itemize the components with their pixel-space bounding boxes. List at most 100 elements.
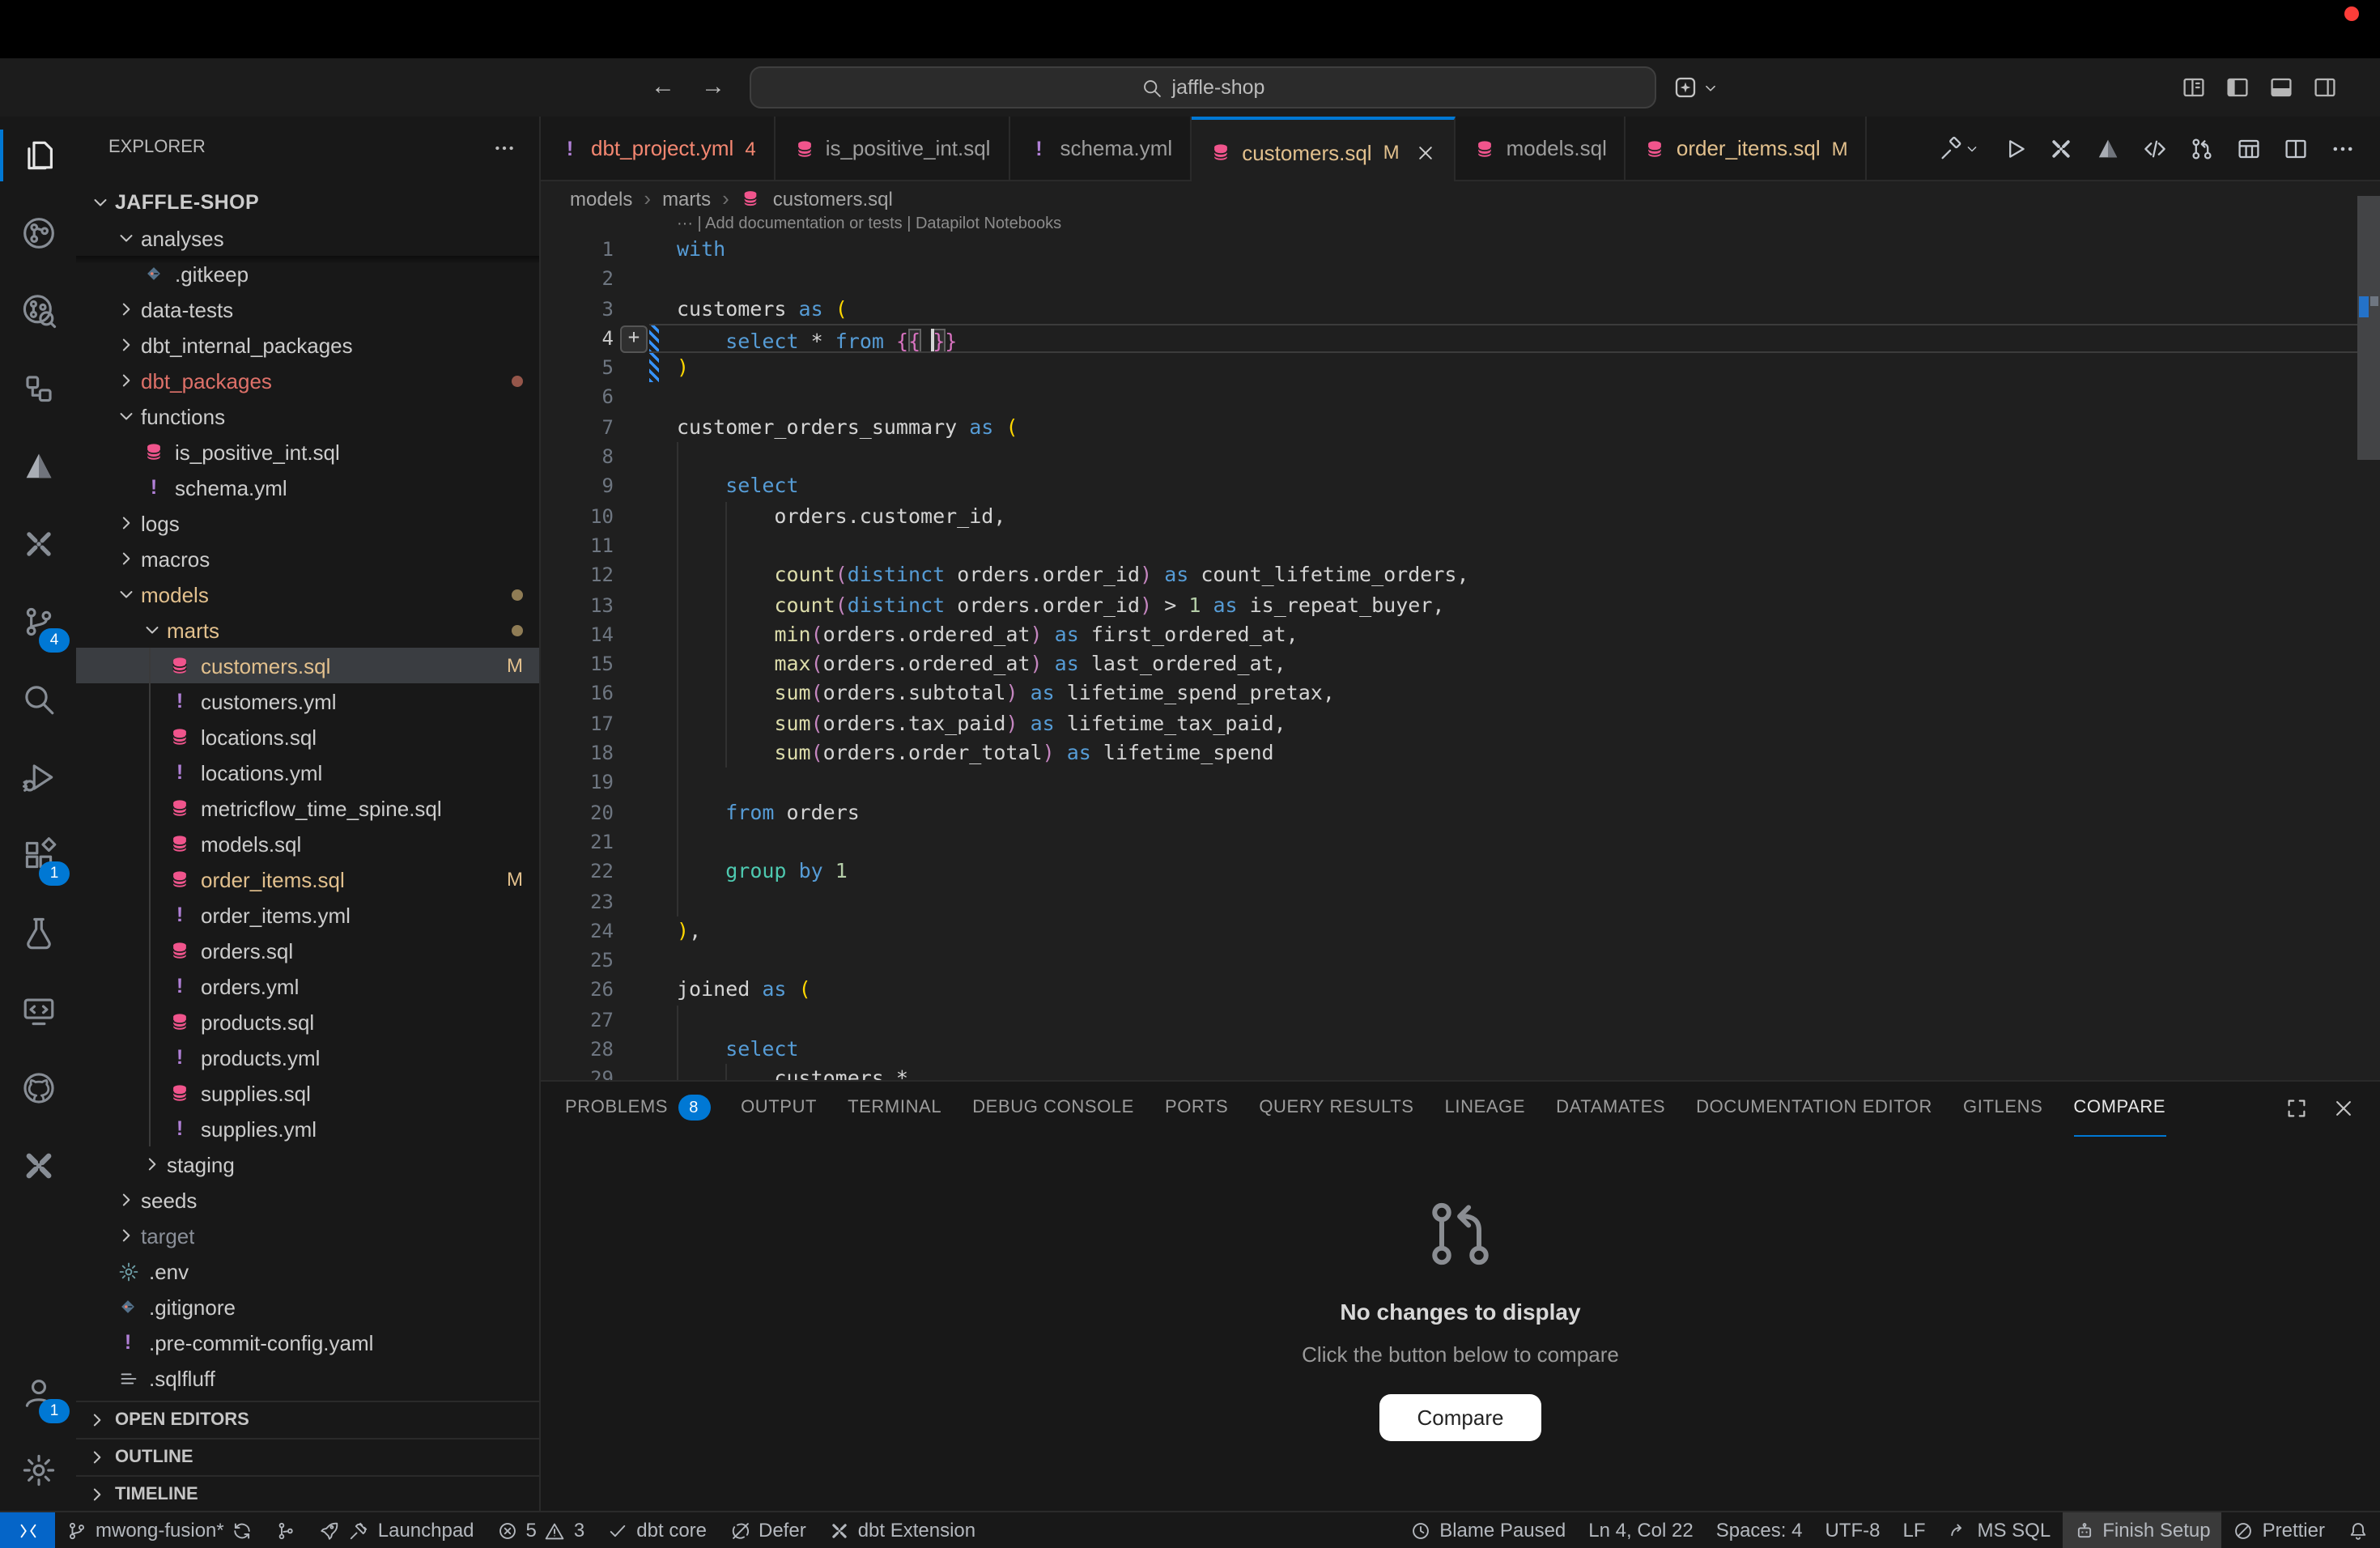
toggle-panel-icon[interactable] [2268,74,2294,100]
panel-tab-terminal[interactable]: TERMINAL [848,1081,941,1136]
activity-accounts[interactable]: 1 [0,1354,76,1431]
code-line-17[interactable]: 17 sum(orders.tax_paid) as lifetime_tax_… [541,709,2380,739]
tab-customers-sql[interactable]: customers.sqlM [1192,117,1456,185]
status-problems[interactable]: 53 [486,1512,597,1548]
breadcrumb-item-models[interactable]: models [570,187,632,210]
panel-tab-gitlens[interactable]: GITLENS [1963,1081,2042,1136]
explorer-item-locations-yml[interactable]: !locations.yml [76,755,539,790]
status-notifications[interactable] [2336,1512,2380,1548]
code-line-22[interactable]: 22 group by 1 [541,857,2380,887]
explorer-item-dbt-packages[interactable]: dbt_packages [76,363,539,398]
editor-scrollbar[interactable] [2357,181,2380,1080]
status-remote-indicator[interactable] [0,1512,55,1548]
activity-dbt-power-user[interactable] [0,505,76,583]
explorer-item-supplies-yml[interactable]: !supplies.yml [76,1111,539,1146]
code-line-14[interactable]: 14 min(orders.ordered_at) as first_order… [541,620,2380,650]
code-line-5[interactable]: 5) [541,353,2380,383]
close-tab-icon[interactable] [1416,142,1437,163]
explorer-item-customers-yml[interactable]: !customers.yml [76,683,539,719]
code-line-19[interactable]: 19 [541,768,2380,798]
activity-extensions[interactable]: 1 [0,816,76,894]
maximize-panel-icon[interactable] [2284,1096,2309,1121]
status-launchpad[interactable]: Launchpad [308,1512,486,1548]
code-line-11[interactable]: 11 [541,531,2380,561]
code-line-7[interactable]: 7customer_orders_summary as ( [541,413,2380,443]
panel-tab-lineage[interactable]: LINEAGE [1445,1081,1526,1136]
more-actions-button[interactable] [2330,135,2356,161]
explorer-item-functions[interactable]: functions [76,398,539,434]
panel-tab-query-results[interactable]: QUERY RESULTS [1259,1081,1413,1136]
explorer-item-products-yml[interactable]: !products.yml [76,1040,539,1075]
code-line-4[interactable]: +4 select * from {{ }} [541,324,2380,354]
panel-tab-debug-console[interactable]: DEBUG CONSOLE [972,1081,1134,1136]
activity-dbt-view[interactable] [0,427,76,505]
status-language-mode[interactable]: MS SQL [1937,1512,2063,1548]
status-commit-graph[interactable] [265,1512,308,1548]
add-action-button[interactable]: + [620,325,648,353]
tab-is-positive-int-sql[interactable]: is_positive_int.sql [776,117,1010,180]
status-git-branch[interactable]: mwong-fusion* [55,1512,265,1548]
explorer-item-target[interactable]: target [76,1218,539,1253]
code-line-25[interactable]: 25 [541,946,2380,976]
explorer-item-gitignore[interactable]: .gitignore [76,1289,539,1325]
explorer-item-logs[interactable]: logs [76,505,539,541]
status-finish-setup[interactable]: Finish Setup [2062,1512,2221,1548]
panel-tab-ports[interactable]: PORTS [1165,1081,1228,1136]
git-pull-request-button[interactable] [2189,135,2215,161]
explorer-item-jaffle-shop[interactable]: JAFFLE-SHOP [76,185,539,220]
explorer-item-orders-sql[interactable]: orders.sql [76,933,539,968]
explorer-item-models[interactable]: models [76,576,539,612]
explorer-item-pre-commit-config-yaml[interactable]: !.pre-commit-config.yaml [76,1325,539,1360]
more-actions-icon[interactable] [492,135,516,159]
code-line-16[interactable]: 16 sum(orders.subtotal) as lifetime_spen… [541,679,2380,709]
code-line-12[interactable]: 12 count(distinct orders.order_id) as co… [541,561,2380,591]
explorer-item-orders-yml[interactable]: !orders.yml [76,968,539,1004]
code-line-3[interactable]: 3customers as ( [541,294,2380,324]
panel-tab-documentation-editor[interactable]: DOCUMENTATION EDITOR [1696,1081,1932,1136]
code-line-9[interactable]: 9 select [541,472,2380,502]
code-line-6[interactable]: 6 [541,383,2380,413]
customize-layout-icon[interactable] [2181,74,2207,100]
status-blame-status[interactable]: Blame Paused [1399,1512,1577,1548]
activity-source-control[interactable]: 4 [0,583,76,661]
code-line-26[interactable]: 26joined as ( [541,976,2380,1006]
activity-explorer[interactable] [0,117,76,194]
explorer-item-supplies-sql[interactable]: supplies.sql [76,1075,539,1111]
forward-icon[interactable]: → [701,73,725,100]
codelens-actions[interactable]: ··· | Add documentation or tests | Datap… [677,215,1061,233]
activity-pinwheel-extension[interactable] [0,1127,76,1205]
code-line-10[interactable]: 10 orders.customer_id, [541,501,2380,531]
explorer-item-order-items-yml[interactable]: !order_items.yml [76,897,539,933]
breadcrumb-item-marts[interactable]: marts [662,187,711,210]
activity-commit-search[interactable] [0,272,76,350]
explorer-item-models-sql[interactable]: models.sql [76,826,539,861]
section-open-editors[interactable]: OPEN EDITORS [76,1401,539,1438]
code-line-8[interactable]: 8 [541,442,2380,472]
scrollbar-thumb[interactable] [2357,196,2380,460]
explorer-item-metricflow-time-spine-sql[interactable]: metricflow_time_spine.sql [76,790,539,826]
explorer-item-sqlfluff[interactable]: .sqlfluff [76,1360,539,1396]
close-panel-icon[interactable] [2331,1096,2356,1121]
dbt-build-button[interactable] [1938,135,1980,161]
breadcrumb-item-file[interactable]: customers.sql [773,187,893,210]
section-timeline[interactable]: TIMELINE [76,1475,539,1512]
explorer-item-customers-sql[interactable]: customers.sqlM [76,648,539,683]
toggle-primary-sidebar-icon[interactable] [2225,74,2250,100]
code-line-15[interactable]: 15 max(orders.ordered_at) as last_ordere… [541,649,2380,679]
activity-run-and-debug[interactable] [0,738,76,816]
explorer-item-gitkeep[interactable]: .gitkeep [76,256,539,291]
activity-source-control-graph[interactable] [0,194,76,272]
status-dbt-core[interactable]: dbt core [596,1512,718,1548]
toggle-secondary-sidebar-icon[interactable] [2312,74,2338,100]
status-indentation[interactable]: Spaces: 4 [1705,1512,1814,1548]
code-editor[interactable]: models›marts›customers.sql ··· | Add doc… [541,181,2380,1080]
dbt-action-button[interactable] [2095,135,2121,161]
tab-dbt-project-yml[interactable]: !dbt_project.yml4 [541,117,776,180]
explorer-item-is-positive-int-sql[interactable]: is_positive_int.sql [76,434,539,470]
status-defer[interactable]: Defer [718,1512,818,1548]
section-outline[interactable]: OUTLINE [76,1438,539,1475]
code-line-13[interactable]: 13 count(distinct orders.order_id) > 1 a… [541,590,2380,620]
panel-tab-problems[interactable]: PROBLEMS8 [565,1081,710,1136]
tab-models-sql[interactable]: models.sql [1456,117,1626,180]
code-line-20[interactable]: 20 from orders [541,797,2380,827]
